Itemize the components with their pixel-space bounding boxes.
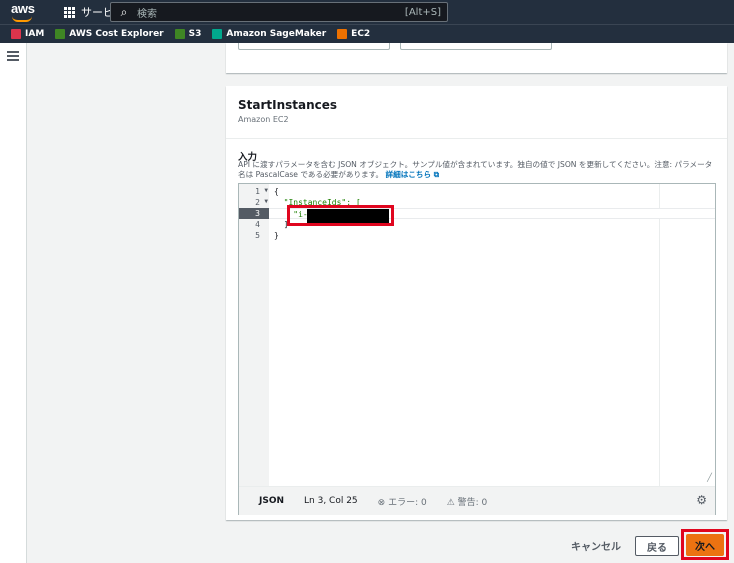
favorite-label: S3	[188, 29, 202, 39]
editor-mode: JSON	[259, 496, 285, 506]
code-line[interactable]: {	[239, 186, 715, 197]
favorite-label: AWS Cost Explorer	[69, 29, 164, 39]
sagemaker-icon	[212, 29, 223, 39]
favorite-label: Amazon SageMaker	[226, 29, 327, 39]
favorite-label: IAM	[25, 29, 45, 39]
highlight-box	[287, 205, 394, 226]
cursor-position: Ln 3, Col 25	[304, 496, 358, 506]
grid-icon	[64, 6, 75, 18]
s3-icon	[174, 29, 185, 39]
favorite-cost-explorer[interactable]: AWS Cost Explorer	[55, 29, 164, 39]
aws-logo-text: aws	[11, 1, 35, 16]
card-header: StartInstances Amazon EC2	[226, 86, 727, 139]
gear-icon[interactable]: ⚙	[696, 493, 707, 507]
json-editor[interactable]: 1 ▼ { 2 ▼ "InstanceIds": [ 3 "i- 4 ] 5 } ╱…	[238, 183, 716, 515]
aws-smile-icon	[12, 16, 32, 22]
search-icon: ⌕	[120, 4, 128, 19]
search-shortcut: [Alt+S]	[404, 6, 441, 18]
favorite-ec2[interactable]: EC2	[337, 29, 370, 39]
search-placeholder: 検索	[137, 8, 157, 20]
next-button[interactable]: 次へ	[686, 534, 724, 556]
error-icon: ⊗	[377, 497, 386, 508]
favorite-sagemaker[interactable]: Amazon SageMaker	[212, 29, 326, 39]
previous-step-card	[226, 43, 727, 73]
card-title: StartInstances	[238, 98, 338, 112]
back-button[interactable]: 戻る	[635, 536, 679, 556]
previous-field[interactable]	[400, 43, 552, 50]
external-link-icon: ⧉	[433, 170, 440, 179]
cancel-button[interactable]: キャンセル	[571, 538, 621, 553]
menu-icon[interactable]	[7, 51, 19, 63]
search-input[interactable]: ⌕ 検索 [Alt+S]	[110, 2, 448, 22]
details-link-text: 詳細はこちら	[385, 170, 432, 179]
warning-count: ⚠ 警告: 0	[446, 497, 488, 508]
iam-icon	[11, 29, 21, 39]
favorite-s3[interactable]: S3	[174, 29, 202, 39]
card-subtitle: Amazon EC2	[238, 115, 289, 124]
favorite-iam[interactable]: IAM	[11, 29, 44, 39]
warning-icon: ⚠	[446, 497, 455, 508]
previous-field[interactable]	[238, 43, 390, 50]
editor-status-bar: JSON Ln 3, Col 25 ⊗ エラー: 0 ⚠ 警告: 0 ⚙	[239, 486, 715, 515]
ec2-icon	[337, 29, 348, 39]
resize-handle-icon[interactable]: ╱	[707, 473, 712, 482]
sidebar	[0, 43, 27, 563]
code-line[interactable]: }	[239, 230, 715, 241]
cost-explorer-icon	[55, 29, 66, 39]
details-link[interactable]: 詳細はこちら ⧉	[386, 170, 440, 179]
error-count: ⊗ エラー: 0	[377, 497, 427, 508]
favorites-bar: IAM AWS Cost Explorer S3 Amazon SageMake…	[0, 24, 734, 43]
input-description: API に渡すパラメータを含む JSON オブジェクト。サンプル値が含まれていま…	[238, 160, 718, 180]
start-instances-card: StartInstances Amazon EC2 入力 API に渡すパラメー…	[226, 86, 727, 520]
description-text: API に渡すパラメータを含む JSON オブジェクト。サンプル値が含まれていま…	[238, 160, 713, 179]
line-number-active: 3	[239, 208, 269, 219]
top-navigation: aws サービス ⌕ 検索 [Alt+S]	[0, 0, 734, 24]
favorite-label: EC2	[351, 29, 371, 39]
